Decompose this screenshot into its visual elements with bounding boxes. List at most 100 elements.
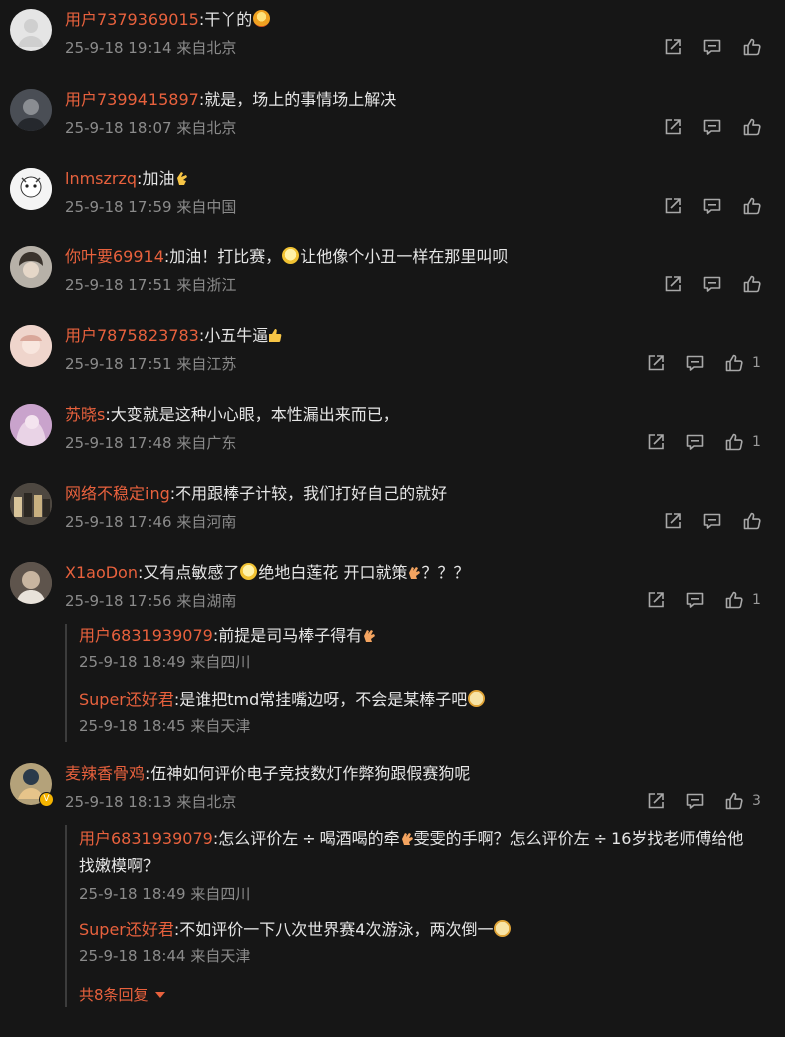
comment-icon[interactable] [702,196,722,216]
avatar[interactable] [10,89,52,131]
reply-meta: 25-9-18 18:49 来自四川 [79,884,769,904]
comment-icon[interactable] [702,511,722,531]
username-link[interactable]: 苏晓s [65,405,105,424]
thumbs-up-emoji-icon [268,327,282,343]
share-icon[interactable] [663,117,683,137]
comment-location: 来自湖南 [176,592,237,610]
comment-icon[interactable] [702,37,722,57]
comment-date: 25-9-18 17:51 [65,355,172,373]
reply-body: :怎么评价左 [212,829,299,848]
like-icon[interactable] [724,791,744,811]
reply-body-line2: 找嫩模啊？ [79,856,160,875]
reply-item: 用户6831939079:前提是司马棒子得有 25-9-18 18:49 来自四… [79,624,376,672]
prosthetic-hand-emoji-icon [407,564,421,580]
share-icon[interactable] [646,432,666,452]
like-count: 1 [752,592,761,608]
username-link[interactable]: 用户7399415897 [65,90,199,109]
like-icon[interactable] [742,274,762,294]
like-icon[interactable] [742,196,762,216]
comment-text: 苏晓s:大变就是这种小心眼，本性漏出来而已， [65,404,399,426]
comment-meta: 25-9-18 17:51 来自浙江 [65,275,236,295]
clap-emoji-icon [174,170,188,186]
username-link[interactable]: 麦辣香骨鸡 [65,764,145,783]
share-icon[interactable] [663,511,683,531]
comment-body: :不用跟棒子计较，我们打好自己的就好 [169,484,448,503]
username-link[interactable]: Super还好君 [79,920,174,939]
username-link[interactable]: 用户7379369015 [65,10,199,29]
comment-location: 来自江苏 [176,355,237,373]
reply-location: 来自四川 [190,885,251,903]
username-link[interactable]: Super还好君 [79,690,174,709]
avatar[interactable] [10,246,52,288]
comment-text: 麦辣香骨鸡:伍神如何评价电子竞技数灯作弊狗跟假赛狗呢 [65,763,470,785]
comment-date: 25-9-18 17:46 [65,513,172,531]
like-icon[interactable] [742,37,762,57]
comment-icon[interactable] [702,274,722,294]
comment-date: 25-9-18 17:56 [65,592,172,610]
share-icon[interactable] [646,791,666,811]
caret-down-icon[interactable] [154,990,166,1000]
reply-text: 用户6831939079:怎么评价左 ÷ 喝酒喝的牵 雯雯的手啊？怎么评价左 ÷ 16岁找… [79,825,769,879]
username-link[interactable]: 用户6831939079 [79,626,213,645]
comment-date: 25-9-18 18:07 [65,119,172,137]
comment-body: :加油！打比赛， [163,247,282,266]
username-link[interactable]: lnmszrzq [65,169,137,188]
share-icon[interactable] [646,353,666,373]
comment-meta: 25-9-18 18:13 来自北京 [65,792,236,812]
share-icon[interactable] [646,590,666,610]
avatar[interactable] [10,483,52,525]
share-icon[interactable] [663,274,683,294]
like-count: 3 [752,793,761,809]
avatar[interactable]: V [10,763,54,807]
like-icon[interactable] [742,511,762,531]
comment-text: lnmszrzq:加油 [65,168,188,190]
comment-icon[interactable] [685,590,705,610]
more-replies-label[interactable]: 共8条回复 [79,986,149,1004]
reply-text: Super还好君:是谁把tmd常挂嘴边呀，不会是某棒子吧 [79,688,486,712]
divide-symbol: ÷ [593,829,608,848]
reply-location: 来自天津 [190,947,251,965]
comment-icon[interactable] [702,117,722,137]
comment-meta: 25-9-18 17:56 来自湖南 [65,591,236,611]
reply-meta: 25-9-18 18:49 来自四川 [79,652,376,672]
comment-body: :大变就是这种小心眼，本性漏出来而已， [105,405,399,424]
comment-meta: 25-9-18 17:46 来自河南 [65,512,236,532]
like-icon[interactable] [742,117,762,137]
share-icon[interactable] [663,37,683,57]
comment-meta: 25-9-18 18:07 来自北京 [65,118,236,138]
comment-text: 用户7379369015:干丫的 [65,9,271,31]
username-link[interactable]: X1aoDon [65,563,138,582]
like-icon[interactable] [724,590,744,610]
comment-icon[interactable] [685,432,705,452]
share-icon[interactable] [663,196,683,216]
username-link[interactable]: 你叶要69914 [65,247,164,266]
laugh-cry-emoji-icon [240,563,258,580]
reply-body: :不如评价一下八次世界赛4次游泳，两次倒一 [173,920,494,939]
avatar[interactable] [10,325,52,367]
username-link[interactable]: 用户6831939079 [79,829,213,848]
avatar[interactable] [10,168,52,210]
reply-thread: 用户6831939079:前提是司马棒子得有 25-9-18 18:49 来自四… [65,624,486,742]
username-link[interactable]: 网络不稳定ing [65,484,170,503]
reply-meta: 25-9-18 18:44 来自天津 [79,946,512,966]
comment-location: 来自北京 [176,119,237,137]
comment-body-cont: 绝地白莲花 开口就策 [258,563,408,582]
comment-icon[interactable] [685,353,705,373]
more-replies-link[interactable]: 共8条回复 [79,984,166,1005]
like-icon[interactable] [724,432,744,452]
verified-badge-icon: V [39,792,54,807]
comment-date: 25-9-18 17:48 [65,434,172,452]
username-link[interactable]: 用户7875823783 [65,326,199,345]
reply-thread: 用户6831939079:怎么评价左 ÷ 喝酒喝的牵 雯雯的手啊？怎么评价左 ÷ 16岁找… [65,825,743,1007]
like-icon[interactable] [724,353,744,373]
reply-body-b: 喝酒喝的牵 [319,829,400,848]
reply-body: :是谁把tmd常挂嘴边呀，不会是某棒子吧 [173,690,468,709]
comment-body-cont: 让他像个小丑一样在那里叫呗 [300,247,509,266]
avatar[interactable] [10,404,52,446]
like-count: 1 [752,434,761,450]
avatar[interactable] [10,562,52,604]
comment-icon[interactable] [685,791,705,811]
comment-text: 网络不稳定ing:不用跟棒子计较，我们打好自己的就好 [65,483,447,505]
prosthetic-hand-emoji-icon [400,827,414,845]
avatar[interactable] [10,9,52,51]
